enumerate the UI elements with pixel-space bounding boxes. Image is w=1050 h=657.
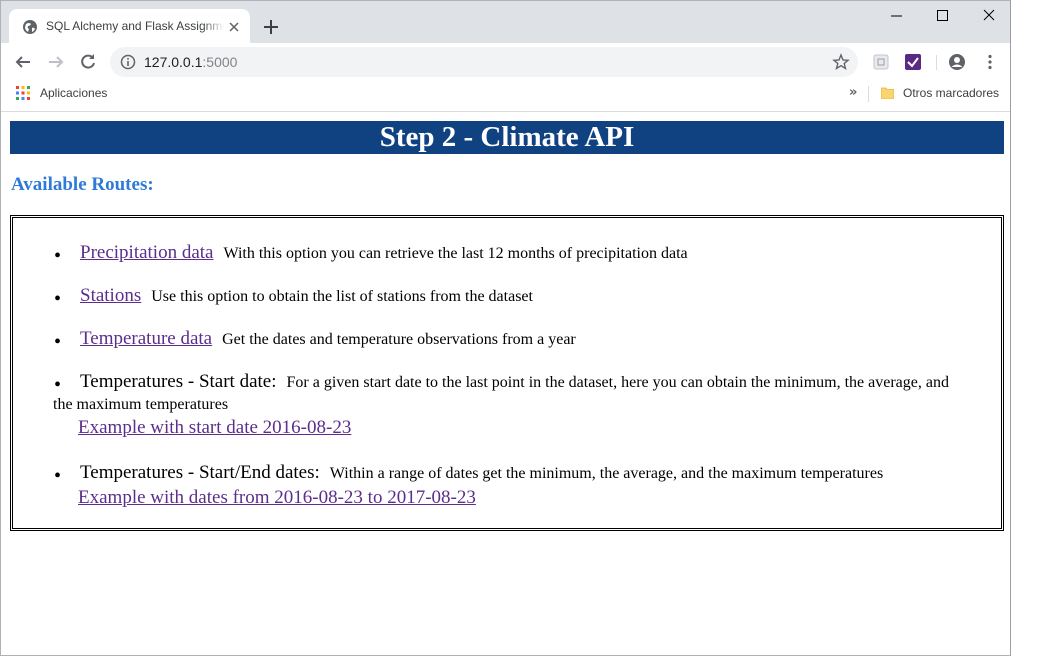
address-bar[interactable]: 127.0.0.1:5000	[110, 47, 858, 77]
globe-icon	[23, 20, 37, 34]
route-description: Get the dates and temperature observatio…	[222, 331, 576, 348]
bullet: •	[54, 245, 62, 267]
route-label: Temperatures - Start/End dates:	[80, 462, 320, 483]
page-title: Step 2 - Climate API	[10, 121, 1004, 154]
bookmarks-divider	[868, 86, 869, 102]
extension-icon[interactable]	[872, 53, 890, 71]
bullet: •	[54, 331, 62, 353]
bookmarks-overflow[interactable]: »	[849, 85, 857, 100]
folder-icon	[881, 87, 894, 99]
browser-window: SQL Alchemy and Flask Assignment 127.0.0…	[0, 0, 1011, 656]
route-description: Use this option to obtain the list of st…	[151, 288, 533, 305]
todoist-extension-icon[interactable]	[904, 53, 922, 71]
tab-active[interactable]: SQL Alchemy and Flask Assignment	[9, 9, 250, 43]
close-tab-icon[interactable]	[227, 20, 241, 34]
bullet: •	[54, 374, 62, 396]
toolbar-divider	[936, 55, 937, 70]
page-content: Step 2 - Climate API Available Routes: •…	[1, 112, 1010, 655]
bookmarks-bar: Aplicaciones » Otros marcadores	[1, 81, 1010, 112]
precipitation-link[interactable]: Precipitation data	[80, 242, 213, 263]
url-text[interactable]: 127.0.0.1:5000	[144, 54, 237, 70]
temperature-link[interactable]: Temperature data	[80, 328, 212, 349]
tab-strip: SQL Alchemy and Flask Assignment	[1, 1, 1010, 43]
maximize-icon[interactable]	[930, 7, 954, 25]
apps-grid-icon[interactable]	[16, 86, 30, 100]
stations-link[interactable]: Stations	[80, 285, 141, 306]
close-window-icon[interactable]	[977, 7, 1001, 25]
url-host: 127.0.0.1	[144, 54, 203, 70]
url-port: :5000	[202, 54, 238, 70]
tab-title: SQL Alchemy and Flask Assignment	[46, 19, 224, 33]
info-icon[interactable]	[120, 54, 136, 70]
route-description: For a given start date to the last point…	[286, 374, 949, 391]
new-tab-icon[interactable]	[262, 18, 280, 36]
bullet: •	[54, 465, 62, 487]
route-description-cont: the maximum temperatures	[53, 396, 229, 413]
routes-heading: Available Routes:	[11, 174, 154, 195]
forward-arrow-icon[interactable]	[47, 53, 65, 71]
toolbar: 127.0.0.1:5000	[1, 43, 1010, 81]
menu-kebab-icon[interactable]	[981, 53, 999, 71]
profile-icon[interactable]	[948, 53, 966, 71]
minimize-icon[interactable]	[885, 7, 909, 25]
route-description: With this option you can retrieve the la…	[223, 245, 688, 262]
bookmark-apps[interactable]: Aplicaciones	[40, 86, 107, 100]
reload-icon[interactable]	[79, 53, 97, 71]
routes-list: • Precipitation data With this option yo…	[10, 215, 1004, 531]
route-description: Within a range of dates get the minimum,…	[329, 465, 884, 482]
start-date-example-link[interactable]: Example with start date 2016-08-23	[78, 417, 351, 439]
bullet: •	[54, 288, 62, 310]
bookmark-other[interactable]: Otros marcadores	[903, 86, 999, 100]
start-end-example-link[interactable]: Example with dates from 2016-08-23 to 20…	[78, 487, 476, 509]
route-label: Temperatures - Start date:	[80, 371, 277, 392]
bookmark-star-icon[interactable]	[832, 53, 850, 71]
back-arrow-icon[interactable]	[14, 53, 32, 71]
